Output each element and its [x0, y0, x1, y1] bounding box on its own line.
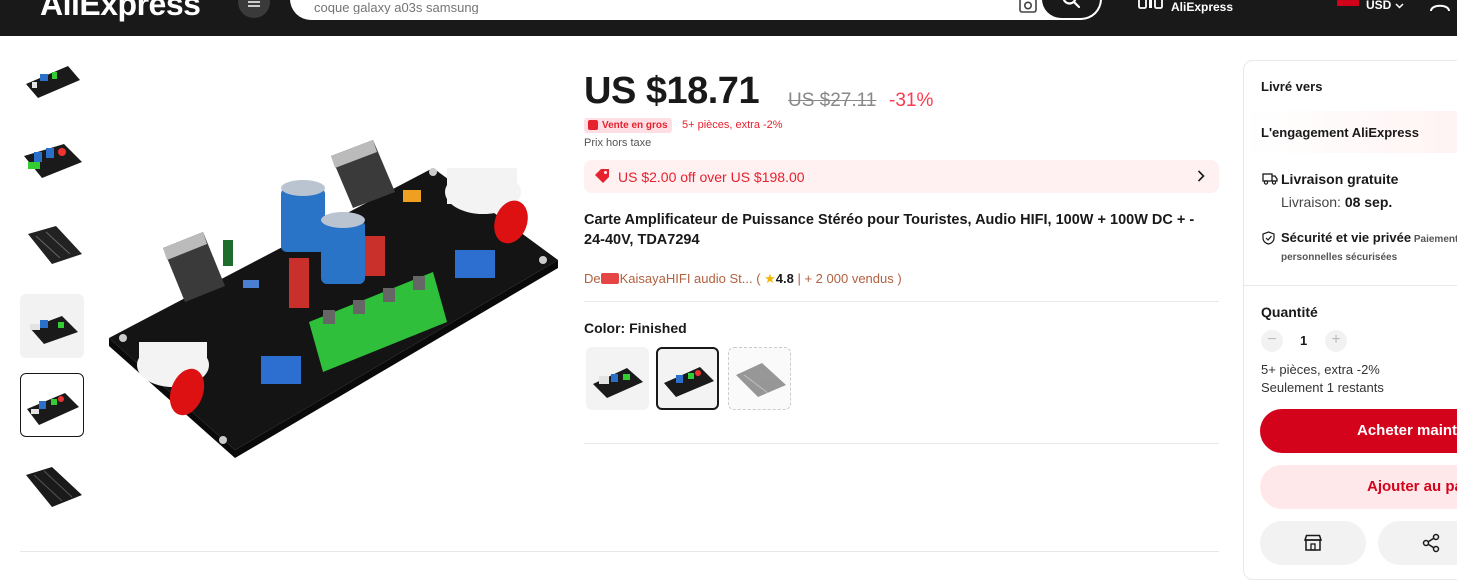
search-bar	[290, 0, 1102, 20]
product-main-image[interactable]	[103, 60, 563, 490]
commitment-label[interactable]: L'engagement AliExpress	[1261, 125, 1419, 140]
store-button[interactable]	[1260, 521, 1366, 565]
security-label: Sécurité et vie privée Paiements	[1281, 230, 1457, 245]
delivery-prefix: Livraison:	[1281, 194, 1345, 210]
delivery-info: Livraison: 08 sep.	[1281, 194, 1392, 210]
divider	[20, 551, 1219, 552]
search-icon	[1062, 0, 1081, 9]
bulk-badge-label: Vente en gros	[602, 120, 668, 131]
add-to-cart-button[interactable]: Ajouter au panier	[1260, 465, 1457, 509]
app-label[interactable]: AliExpress	[1171, 0, 1233, 14]
sold-count: | + 2 000 vendus )	[793, 271, 902, 286]
free-shipping-label: Livraison gratuite	[1281, 171, 1399, 187]
share-icon	[1422, 533, 1440, 553]
color-label: Color: Finished	[584, 320, 687, 336]
star-icon: ★	[764, 271, 776, 286]
store-icon	[1303, 534, 1323, 551]
bulk-offer-text: 5+ pièces, extra -2%	[682, 119, 783, 131]
store-prefix: De	[584, 271, 601, 286]
aliexpress-logo[interactable]: AliExpress	[40, 0, 201, 23]
bulk-sale-badge: Vente en gros	[584, 118, 672, 133]
tag-icon	[588, 120, 598, 130]
store-rating: 4.8	[775, 271, 794, 286]
coupon-text: US $2.00 off over US $198.00	[618, 169, 805, 185]
discount-percent: -31%	[889, 90, 934, 111]
stock-note: Seulement 1 restants	[1261, 380, 1384, 395]
store-open-paren: (	[752, 271, 765, 286]
delivery-date: 08 sep.	[1344, 194, 1393, 210]
share-button[interactable]	[1378, 521, 1457, 565]
product-title: Carte Amplificateur de Puissance Stéréo …	[584, 212, 1195, 248]
quantity-decrease-button[interactable]: −	[1261, 330, 1283, 352]
camera-icon[interactable]	[1018, 0, 1038, 14]
search-button[interactable]	[1042, 0, 1100, 18]
divider	[584, 443, 1219, 444]
purchase-panel: Livré vers L'engagement AliExpress Livra…	[1243, 60, 1457, 580]
coupon-banner[interactable]: US $2.00 off over US $198.00	[584, 160, 1219, 193]
divider	[584, 301, 1219, 302]
color-swatch-2[interactable]	[656, 347, 719, 410]
color-swatch-1[interactable]	[586, 347, 649, 410]
divider	[1244, 285, 1457, 286]
thumbnail-1[interactable]	[20, 48, 84, 112]
color-swatch-3[interactable]	[728, 347, 791, 410]
quantity-bulk-note: 5+ pièces, extra -2%	[1261, 362, 1380, 377]
store-line: De KaisayaHIFI audio St... ( ★4.8 | + 2 0…	[584, 271, 902, 287]
security-subtext: personnelles sécurisées	[1281, 252, 1398, 263]
app-icon[interactable]	[1138, 0, 1164, 10]
tax-note: Prix hors taxe	[584, 137, 652, 149]
current-price: US $18.71	[584, 70, 760, 112]
quantity-label: Quantité	[1261, 304, 1318, 320]
thumbnail-2[interactable]	[20, 126, 84, 190]
store-logo-icon	[600, 273, 619, 284]
user-icon[interactable]	[1428, 0, 1452, 12]
menu-icon[interactable]	[238, 0, 270, 18]
store-name-link[interactable]: KaisayaHIFI audio St...	[620, 271, 753, 286]
ship-to-label[interactable]: Livré vers	[1261, 79, 1322, 94]
truck-icon	[1262, 173, 1278, 185]
original-price: US $27.11	[788, 90, 877, 111]
thumbnail-4[interactable]	[20, 294, 84, 358]
currency-selector[interactable]: USD	[1366, 0, 1404, 12]
thumbnail-6[interactable]	[20, 453, 84, 517]
flag-icon[interactable]	[1337, 0, 1359, 6]
security-title: Sécurité et vie privée	[1281, 230, 1412, 245]
quantity-increase-button[interactable]: +	[1325, 330, 1347, 352]
chevron-down-icon	[1395, 3, 1404, 9]
thumbnail-5[interactable]	[20, 373, 84, 437]
coupon-tag-icon	[595, 169, 609, 183]
top-header: AliExpress AliExpress USD	[0, 0, 1457, 36]
shield-icon	[1262, 231, 1275, 245]
currency-label: USD	[1366, 0, 1392, 12]
search-input[interactable]	[314, 0, 914, 14]
security-small-text: Paiements	[1413, 234, 1457, 245]
chevron-right-icon	[1197, 170, 1205, 182]
quantity-value[interactable]: 1	[1300, 333, 1307, 348]
buy-now-button[interactable]: Acheter maintenant	[1260, 409, 1457, 453]
thumbnail-3[interactable]	[20, 210, 84, 274]
